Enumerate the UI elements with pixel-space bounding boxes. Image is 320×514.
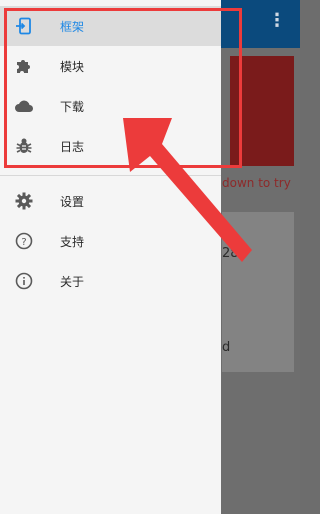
annotation-arrow [123,118,252,262]
